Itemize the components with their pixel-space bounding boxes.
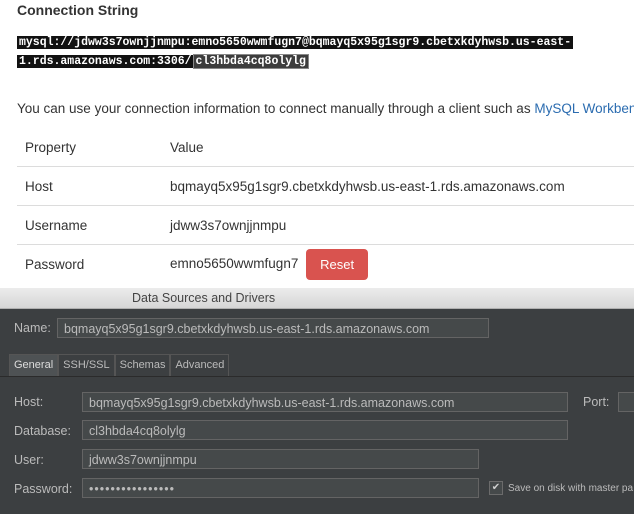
connection-string-part[interactable]: 1.rds.amazonaws.com:3306/ [17,55,194,68]
column-header-property: Property [25,139,77,155]
table-row: Host bqmayq5x95g1sgr9.cbetxkdyhwsb.us-ea… [17,166,634,206]
password-label: Password: [14,482,73,496]
password-input[interactable]: •••••••••••••••• [82,478,479,498]
save-on-disk-checkbox[interactable]: ✔ [489,481,503,495]
value-host: bqmayq5x95g1sgr9.cbetxkdyhwsb.us-east-1.… [162,166,634,206]
property-host: Host [17,166,162,206]
data-sources-dialog: Data Sources and Drivers Name: bqmayq5x9… [0,288,634,514]
tab-schemas[interactable]: Schemas [114,354,171,376]
host-input[interactable]: bqmayq5x95g1sgr9.cbetxkdyhwsb.us-east-1.… [82,392,568,412]
tab-general[interactable]: General [9,354,59,376]
client-hint: You can use your connection information … [17,101,634,116]
database-label: Database: [14,424,71,438]
property-username: Username [17,205,162,245]
tab-advanced[interactable]: Advanced [170,354,230,376]
table-row: Username jdww3s7ownjjnmpu [17,205,634,245]
dialog-tabs: General SSH/SSL Schemas Advanced [9,354,230,376]
column-header-value: Value [170,139,204,155]
connection-string-heading: Connection String [17,2,139,18]
value-username: jdww3s7ownjjnmpu [162,205,634,245]
value-password: emno5650wwmfugn7 [170,255,299,271]
tab-divider [0,376,634,377]
property-password: Password [17,244,162,283]
connection-string-selected-database[interactable]: cl3hbda4cq8olylg [192,54,309,69]
user-input[interactable]: jdww3s7ownjjnmpu [82,449,479,469]
checkmark-icon: ✔ [491,482,501,493]
host-label: Host: [14,395,44,409]
name-input[interactable]: bqmayq5x95g1sgr9.cbetxkdyhwsb.us-east-1.… [57,318,489,338]
client-hint-text: You can use your connection information … [17,101,535,116]
value-password-cell: emno5650wwmfugn7 Reset [162,244,634,283]
tab-ssh-ssl[interactable]: SSH/SSL [58,354,115,376]
port-label: Port: [583,395,610,409]
connection-info-panel: Connection String mysql://jdww3s7ownjjnm… [0,0,634,288]
connection-string[interactable]: mysql://jdww3s7ownjjnmpu:emno5650wwmfugn… [17,33,631,71]
table-header-row: Property Value [17,128,634,167]
connection-string-part[interactable]: mysql://jdww3s7ownjjnmpu:emno5650wwmfugn… [17,36,574,49]
database-input[interactable]: cl3hbda4cq8olylg [82,420,568,440]
table-row: Password emno5650wwmfugn7 Reset [17,244,634,283]
dialog-title[interactable]: Data Sources and Drivers [0,288,634,309]
connection-properties-table: Property Value Host bqmayq5x95g1sgr9.cbe… [17,128,634,283]
port-input[interactable] [618,392,634,412]
mysql-workbench-link[interactable]: MySQL Workbench [534,101,634,116]
name-label: Name: [14,321,51,335]
reset-password-button[interactable]: Reset [306,248,369,280]
user-label: User: [14,453,44,467]
name-input-value: bqmayq5x95g1sgr9.cbetxkdyhwsb.us-east-1.… [64,322,430,336]
save-on-disk-label[interactable]: Save on disk with master pa [508,483,633,494]
